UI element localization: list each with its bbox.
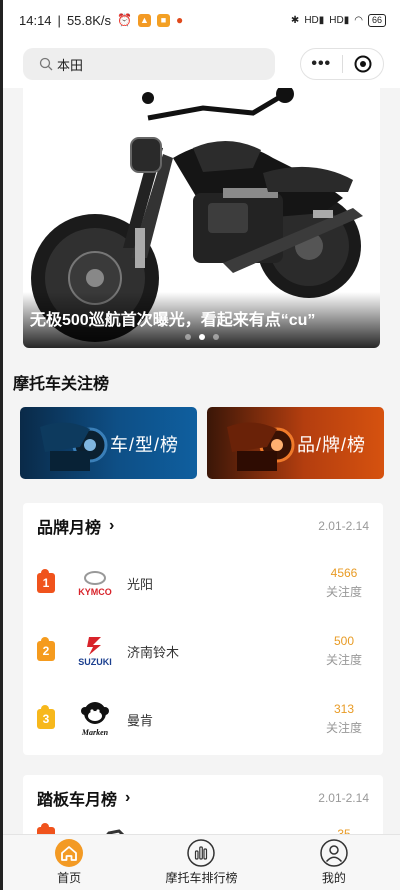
svg-text:KYMCO: KYMCO — [78, 587, 112, 597]
search-icon — [39, 57, 53, 71]
brand-rank-label: 品/牌/榜 — [296, 435, 366, 455]
brand-stats: 313 关注度 — [319, 702, 369, 736]
motorcycle-thumbnail — [40, 422, 108, 471]
carousel-dot-active[interactable] — [198, 334, 205, 340]
banner-carousel[interactable]: 无极500巡航首次曝光，看起来有点“cu” — [23, 88, 380, 348]
chart-icon — [187, 839, 216, 867]
app-notification-icon: ▲ — [137, 13, 151, 27]
brand-rank-card[interactable]: 品/牌/榜 — [207, 407, 384, 479]
brand-monthly-panel: 品牌月榜 › 2.01-2.14 1 KYMCO 光阳 4566 关注度 2 S… — [23, 503, 383, 755]
search-value: 本田 — [57, 57, 84, 73]
header: 本田 ••• — [3, 40, 400, 88]
brand-count: 313 — [333, 702, 355, 716]
tab-label: 摩托车排行榜 — [165, 871, 238, 885]
status-bar: 14:14 | 55.8K/s ⏰ ▲ ■ ● ✱ HD▮ HD▮ ◠ 66 — [3, 0, 400, 40]
brand-count: 4566 — [330, 566, 358, 580]
motorcycle-thumbnail — [227, 422, 295, 471]
brand-unit: 关注度 — [325, 653, 362, 667]
attention-cards: 车/型/榜 品/牌/榜 — [20, 407, 384, 479]
attention-section-title: 摩托车关注榜 — [13, 376, 110, 393]
game-notification-icon: ● — [175, 13, 184, 27]
banner-title: 无极500巡航首次曝光，看起来有点“cu” — [30, 312, 316, 329]
brand-count: 500 — [333, 634, 355, 648]
bluetooth-icon: ✱ — [290, 14, 300, 26]
brand-name: 光阳 — [127, 576, 154, 592]
tab-profile[interactable]: 我的 — [268, 835, 400, 890]
miniprogram-capsule: ••• — [300, 48, 384, 80]
marken-logo: Marken — [73, 697, 117, 741]
app-screen: 14:14 | 55.8K/s ⏰ ▲ ■ ● ✱ HD▮ HD▮ ◠ 66 本… — [3, 0, 400, 890]
carousel-dot[interactable] — [212, 334, 219, 340]
rank-badge: 2 — [37, 637, 55, 661]
rank-badge: 3 — [37, 705, 55, 729]
tab-home[interactable]: 首页 — [3, 835, 135, 890]
message-notification-icon: ■ — [156, 13, 170, 27]
brand-monthly-header[interactable]: 品牌月榜 › 2.01-2.14 — [23, 503, 383, 549]
brand-rank-row[interactable]: 1 KYMCO 光阳 4566 关注度 — [23, 549, 383, 617]
target-icon — [354, 55, 372, 73]
rank-badge: 1 — [37, 569, 55, 593]
chevron-right-icon: › — [125, 789, 131, 806]
model-rank-card[interactable]: 车/型/榜 — [20, 407, 197, 479]
model-rank-label: 车/型/榜 — [109, 435, 179, 455]
window-edge — [0, 0, 3, 890]
carousel-indicator — [23, 334, 380, 340]
carousel-dot[interactable] — [184, 334, 191, 340]
suzuki-logo: SUZUKI — [73, 629, 117, 673]
brand-unit: 关注度 — [325, 721, 362, 735]
brand-monthly-date: 2.01-2.14 — [318, 519, 369, 533]
brand-name: 曼肯 — [127, 712, 154, 728]
wifi-icon: ◠ — [354, 14, 363, 26]
svg-text:Marken: Marken — [81, 728, 109, 737]
search-input[interactable]: 本田 — [23, 48, 275, 80]
tab-label: 我的 — [321, 871, 346, 885]
brand-monthly-title: 品牌月榜 — [37, 520, 102, 537]
brand-name: 济南铃木 — [127, 644, 180, 660]
scooter-monthly-date: 2.01-2.14 — [318, 791, 369, 805]
brand-rank-row[interactable]: 2 SUZUKI 济南铃木 500 关注度 — [23, 617, 383, 685]
brand-rank-row[interactable]: 3 Marken 曼肯 313 关注度 — [23, 685, 383, 753]
alarm-icon: ⏰ — [117, 13, 132, 27]
profile-icon — [320, 839, 348, 867]
bottom-tab-bar: 首页 摩托车排行榜 我的 — [3, 834, 400, 890]
more-menu-button[interactable]: ••• — [301, 55, 342, 73]
scooter-monthly-header[interactable]: 踏板车月榜 › 2.01-2.14 — [23, 775, 383, 821]
status-time: 14:14 — [19, 12, 52, 28]
close-miniprogram-button[interactable] — [343, 55, 384, 73]
tab-label: 首页 — [57, 871, 82, 885]
signal-2-icon: HD▮ — [329, 14, 350, 26]
brand-unit: 关注度 — [325, 585, 362, 599]
brand-stats: 4566 关注度 — [319, 566, 369, 600]
battery-icon: 66 — [367, 13, 386, 27]
signal-1-icon: HD▮ — [304, 14, 325, 26]
chevron-right-icon: › — [109, 517, 115, 534]
brand-stats: 500 关注度 — [319, 634, 369, 668]
status-network-speed: 55.8K/s — [66, 12, 112, 28]
scooter-monthly-title: 踏板车月榜 — [37, 792, 118, 809]
kymco-logo: KYMCO — [73, 561, 117, 605]
home-icon — [55, 839, 84, 867]
svg-text:SUZUKI: SUZUKI — [78, 657, 112, 667]
tab-motorcycle-ranking[interactable]: 摩托车排行榜 — [135, 835, 267, 890]
